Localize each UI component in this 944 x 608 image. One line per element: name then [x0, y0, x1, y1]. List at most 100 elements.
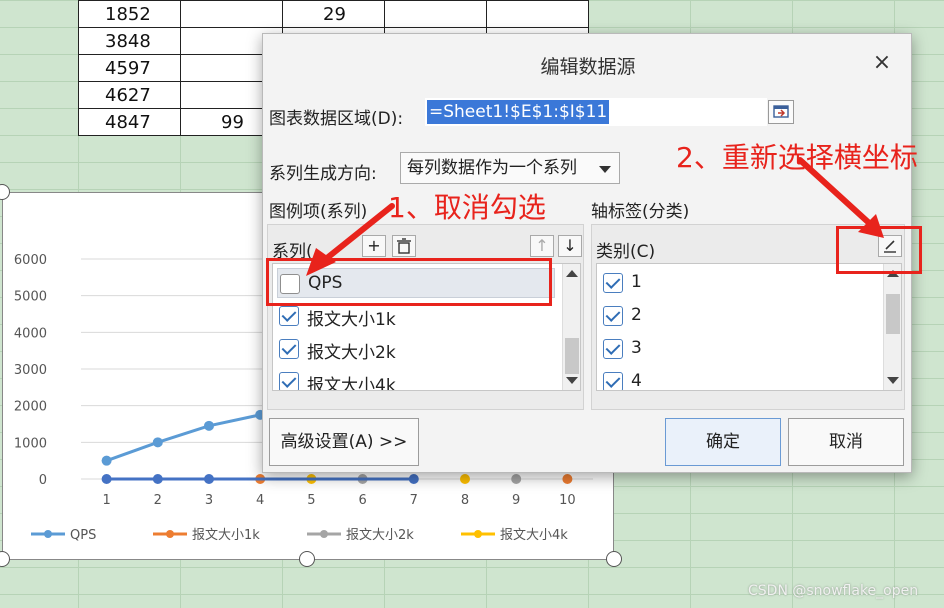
- sheet-cell[interactable]: 3848: [78, 27, 181, 55]
- x-tick-label: 1: [102, 493, 110, 508]
- category-header: 类别(C): [596, 242, 656, 262]
- category-list-item[interactable]: 4: [601, 367, 876, 391]
- category-checkbox[interactable]: [603, 372, 623, 390]
- x-tick-label: 3: [205, 493, 213, 508]
- direction-select[interactable]: 每列数据作为一个系列: [400, 152, 620, 184]
- sheet-row: 1852 29: [78, 0, 589, 28]
- legend-marker: [166, 530, 174, 538]
- advanced-settings-button[interactable]: 高级设置(A) >>: [269, 418, 419, 466]
- sheet-cell[interactable]: [384, 0, 487, 28]
- series-item-label: 报文大小4k: [307, 376, 396, 391]
- series-list-item[interactable]: 报文大小4k: [277, 367, 555, 391]
- category-list-item[interactable]: 2: [601, 301, 876, 331]
- move-up-button[interactable]: ↑: [530, 235, 554, 257]
- x-tick-label: 9: [512, 493, 520, 508]
- scroll-thumb[interactable]: [565, 338, 579, 374]
- category-item-label: 1: [631, 272, 642, 292]
- series-list-item[interactable]: 报文大小2k: [277, 334, 555, 364]
- y-tick-label: 5000: [14, 290, 47, 305]
- legend-marker: [474, 530, 482, 538]
- x-tick-label: 4: [256, 493, 264, 508]
- direction-value: 每列数据作为一个系列: [407, 158, 577, 178]
- edit-data-source-dialog: 编辑数据源 × 图表数据区域(D): =Sheet1!$E$1:$I$11 系列…: [262, 33, 912, 473]
- x-tick-label: 2: [154, 493, 162, 508]
- range-label: 图表数据区域(D):: [269, 109, 404, 129]
- axis-labels-label: 轴标签(分类): [591, 202, 690, 222]
- y-tick-label: 1000: [14, 436, 47, 451]
- range-value: =Sheet1!$E$1:$I$11: [427, 100, 610, 124]
- series-point: [204, 474, 214, 484]
- annotation-box-series: [266, 258, 552, 306]
- annotation-step1: 1、取消勾选: [388, 191, 546, 224]
- x-tick-label: 5: [307, 493, 315, 508]
- series-scrollbar[interactable]: [562, 264, 580, 390]
- series-point: [511, 474, 522, 484]
- category-item-label: 2: [631, 305, 642, 325]
- legend-label: 报文大小2k: [346, 528, 414, 543]
- trash-icon: [397, 238, 411, 254]
- resize-handle-bottom-middle[interactable]: [299, 551, 315, 567]
- direction-label: 系列生成方向:: [269, 164, 377, 184]
- legend-marker: [320, 530, 328, 538]
- scroll-up-icon[interactable]: [566, 270, 578, 277]
- series-group: 系列( + ↑ ↓ QPS 报文大小1k 报文大小2k 报文大小4k: [267, 224, 584, 410]
- category-list[interactable]: 1 2 3 4: [596, 263, 902, 391]
- x-tick-label: 10: [559, 493, 576, 508]
- y-tick-label: 3000: [14, 363, 47, 378]
- scroll-down-icon[interactable]: [566, 377, 578, 384]
- resize-handle-bottom-left[interactable]: [0, 551, 10, 567]
- range-picker-button[interactable]: [768, 100, 794, 124]
- sheet-cell[interactable]: 4627: [78, 81, 181, 109]
- category-checkbox[interactable]: [603, 339, 623, 359]
- scroll-thumb[interactable]: [886, 294, 900, 334]
- category-list-item[interactable]: 1: [601, 268, 876, 298]
- series-line-qps: [106, 413, 261, 463]
- category-checkbox[interactable]: [603, 273, 623, 293]
- series-checkbox[interactable]: [279, 339, 299, 359]
- x-tick-label: 7: [410, 493, 418, 508]
- series-point: [101, 455, 112, 466]
- series-checkbox[interactable]: [279, 306, 299, 326]
- legend-entries-label: 图例项(系列): [269, 202, 368, 222]
- x-tick-label: 6: [358, 493, 366, 508]
- scroll-down-icon[interactable]: [887, 377, 899, 384]
- add-series-button[interactable]: +: [362, 235, 386, 257]
- category-list-item[interactable]: 3: [601, 334, 876, 364]
- sheet-cell[interactable]: 1852: [78, 0, 181, 28]
- cancel-button[interactable]: 取消: [788, 418, 904, 466]
- dialog-title: 编辑数据源: [540, 56, 636, 78]
- y-tick-label: 0: [39, 473, 47, 488]
- sheet-cell[interactable]: 29: [282, 0, 385, 28]
- resize-handle-bottom-right[interactable]: [606, 551, 622, 567]
- category-item-label: 3: [631, 338, 642, 358]
- series-point: [460, 474, 470, 484]
- sheet-cell[interactable]: [180, 0, 283, 28]
- move-down-button[interactable]: ↓: [558, 235, 582, 257]
- series-point: [152, 474, 163, 484]
- sheet-cell[interactable]: 4597: [78, 54, 181, 82]
- x-tick-label: 8: [461, 493, 469, 508]
- series-point: [204, 420, 214, 431]
- range-picker-icon: [773, 105, 789, 118]
- chevron-down-icon: [599, 166, 611, 173]
- series-item-label: 报文大小1k: [307, 310, 396, 330]
- category-scrollbar[interactable]: [883, 264, 901, 390]
- range-input[interactable]: =Sheet1!$E$1:$I$11: [425, 98, 767, 126]
- ok-button[interactable]: 确定: [665, 418, 781, 466]
- watermark: CSDN @snowflake_open: [748, 583, 919, 599]
- y-tick-label: 6000: [14, 253, 47, 268]
- y-tick-label: 2000: [14, 400, 47, 415]
- y-tick-label: 4000: [14, 326, 47, 341]
- series-checkbox[interactable]: [279, 372, 299, 390]
- series-point: [562, 474, 573, 484]
- legend-label: 报文大小1k: [192, 528, 260, 543]
- annotation-step2: 2、重新选择横坐标: [676, 141, 918, 174]
- category-checkbox[interactable]: [603, 306, 623, 326]
- series-point: [408, 474, 419, 484]
- category-item-label: 4: [631, 371, 642, 391]
- series-point: [101, 474, 112, 484]
- sheet-cell[interactable]: 4847: [78, 108, 181, 136]
- close-icon[interactable]: ×: [869, 50, 895, 76]
- sheet-cell[interactable]: [486, 0, 589, 28]
- delete-series-button[interactable]: [392, 235, 416, 257]
